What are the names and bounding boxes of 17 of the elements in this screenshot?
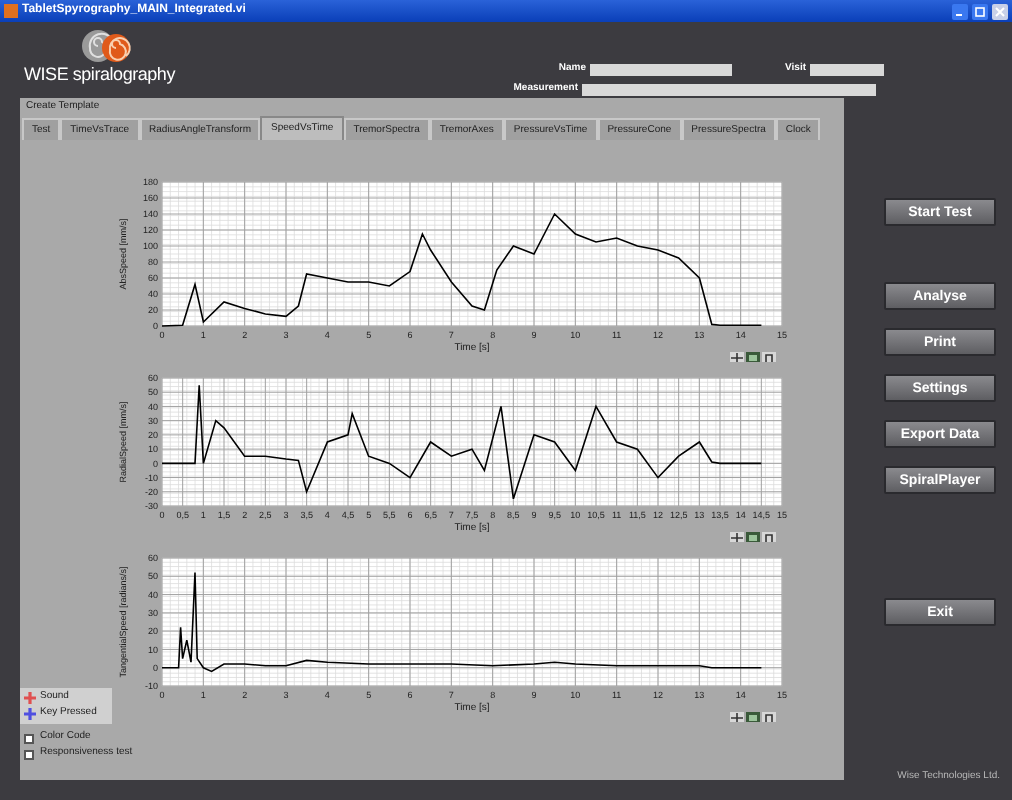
logo-text: WISE spiralography	[24, 66, 175, 84]
zoom-tool-icon[interactable]	[746, 712, 760, 722]
zoom-tool-icon[interactable]	[746, 352, 760, 362]
checkbox[interactable]	[24, 733, 34, 743]
checkbox[interactable]	[24, 749, 34, 759]
minimize-icon[interactable]	[952, 3, 968, 19]
restore-icon[interactable]	[972, 3, 988, 19]
cursor-tool-icon[interactable]	[730, 532, 744, 542]
zoom-tool-icon[interactable]	[746, 532, 760, 542]
visit-field[interactable]	[810, 63, 884, 75]
close-icon[interactable]	[992, 3, 1008, 19]
name-field[interactable]	[590, 63, 732, 75]
spiral-logo-icon	[76, 26, 136, 66]
measurement-field[interactable]	[582, 83, 876, 95]
cursor-tool-icon[interactable]	[730, 352, 744, 362]
app-icon	[4, 4, 18, 18]
cursor-tool-icon[interactable]	[730, 712, 744, 722]
